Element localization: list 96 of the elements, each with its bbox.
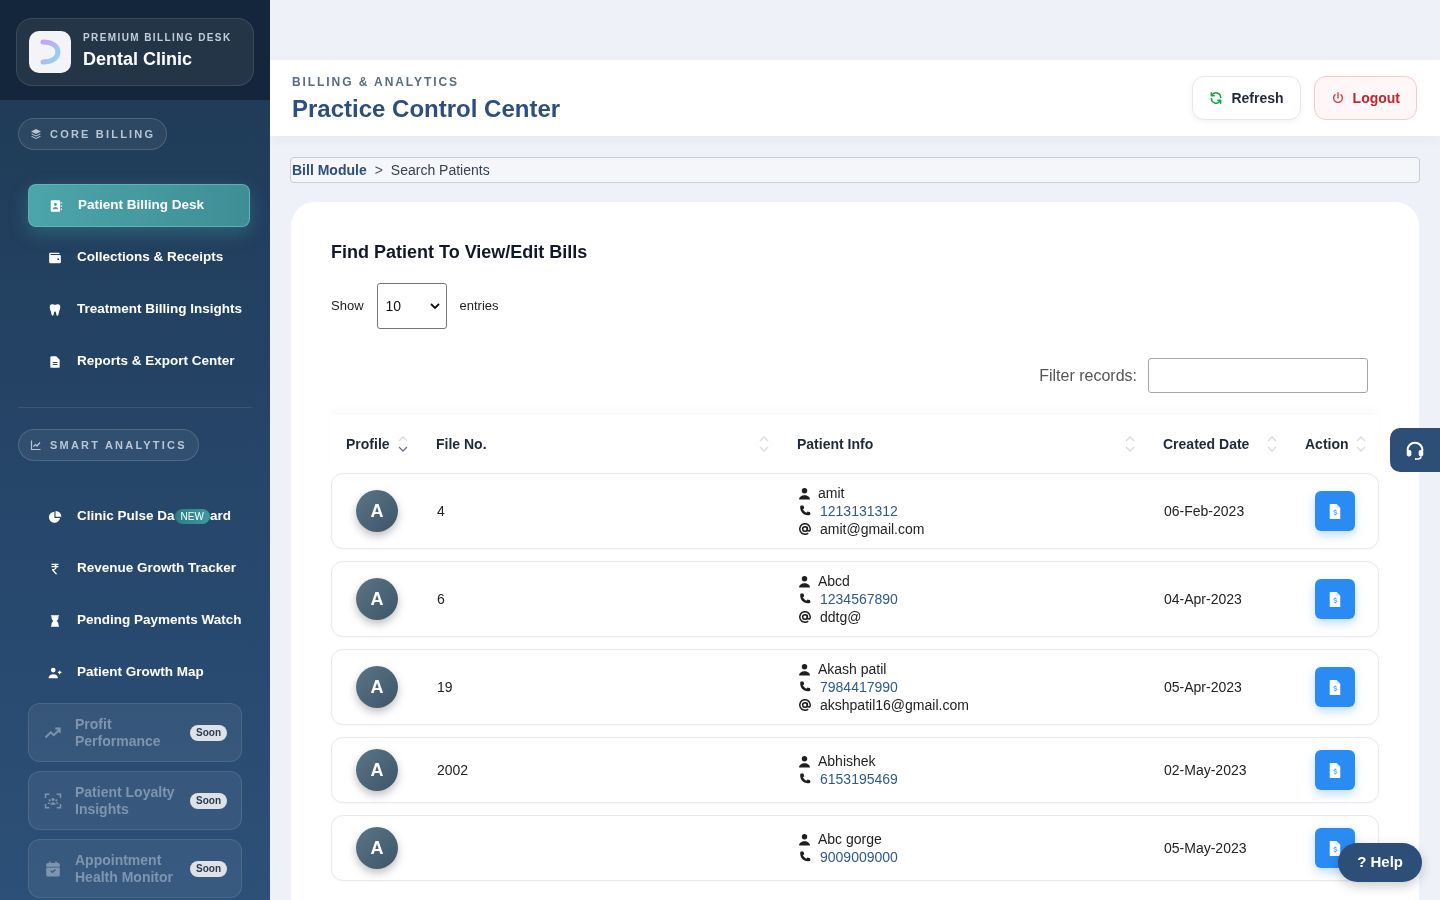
avatar: A: [356, 490, 398, 532]
soon-badge: Soon: [190, 724, 227, 741]
hourglass-icon: [48, 613, 62, 628]
phone-icon: [798, 592, 812, 606]
patient-email: akshpatil16@gmail.com: [820, 696, 969, 714]
filter-label: Filter records:: [1039, 365, 1137, 386]
tooth-icon: [48, 302, 62, 317]
document-icon: [48, 354, 62, 369]
logout-button[interactable]: Logout: [1313, 76, 1417, 120]
user-icon: [798, 574, 811, 588]
avatar: A: [356, 578, 398, 620]
pie-chart-icon: [48, 509, 62, 524]
help-button[interactable]: ? Help: [1338, 843, 1422, 882]
nav-item[interactable]: Treatment Billing Insights: [28, 288, 250, 331]
file-dollar-icon: [1328, 679, 1341, 695]
chevron-down-icon: [429, 301, 440, 311]
nav-item[interactable]: Collections & Receipts: [28, 236, 250, 279]
power-icon: [1330, 91, 1345, 105]
breadcrumb-link[interactable]: Bill Module: [292, 159, 367, 181]
file-number: 19: [437, 679, 453, 695]
phone-icon: [798, 850, 812, 864]
section-title: SMART ANALYTICS: [50, 437, 187, 453]
brand-name: Dental Clinic: [83, 48, 194, 71]
patient-name: Akash patil: [818, 660, 887, 678]
breadcrumb-current: Search Patients: [390, 160, 490, 180]
created-date: 05-Apr-2023: [1164, 679, 1242, 695]
patient-email: amit@gmail.com: [820, 520, 925, 538]
patient-name: Abc gorge: [818, 830, 882, 848]
user-icon: [798, 754, 811, 768]
entries-label: entries: [459, 297, 499, 316]
user-icon: [798, 486, 811, 500]
avatar: A: [356, 827, 398, 869]
logo-icon: [29, 31, 71, 73]
file-dollar-icon: [1328, 762, 1341, 778]
page-eyebrow: BILLING & ANALYTICS: [292, 75, 460, 88]
created-date: 02-May-2023: [1164, 762, 1247, 778]
file-dollar-icon: [1328, 503, 1341, 519]
patient-name: Abcd: [818, 572, 850, 590]
entries-select[interactable]: 10: [376, 283, 447, 329]
phone-icon: [798, 772, 812, 786]
phone-link[interactable]: 1213131312: [820, 502, 898, 520]
support-button[interactable]: [1390, 428, 1440, 472]
created-date: 04-Apr-2023: [1164, 591, 1242, 607]
phone-icon: [798, 680, 812, 694]
file-dollar-icon: [1328, 591, 1341, 607]
breadcrumb-separator: >: [374, 160, 383, 180]
contact-book-icon: [49, 198, 63, 213]
group-scan-icon: [44, 791, 62, 810]
section-title: CORE BILLING: [50, 126, 156, 142]
user-plus-icon: [48, 665, 62, 680]
at-sign-icon: [798, 698, 812, 712]
column-header[interactable]: File No.: [421, 433, 782, 455]
phone-icon: [798, 504, 812, 518]
phone-link[interactable]: 6153195469: [820, 770, 898, 788]
calendar-check-icon: [44, 859, 62, 878]
nav-item[interactable]: Revenue Growth Tracker: [28, 547, 250, 590]
new-badge: NEW: [174, 509, 210, 524]
nav-item[interactable]: Clinic Pulse Da NEW ard: [28, 495, 250, 538]
user-icon: [798, 832, 811, 846]
soon-badge: Soon: [190, 792, 227, 809]
nav-item[interactable]: Patient Growth Map: [28, 651, 250, 694]
refresh-button[interactable]: Refresh: [1192, 76, 1301, 120]
file-dollar-icon: [1328, 840, 1341, 856]
filter-input[interactable]: [1148, 358, 1368, 393]
created-date: 05-May-2023: [1164, 840, 1247, 856]
page-title: Practice Control Center: [292, 96, 561, 121]
at-sign-icon: [798, 522, 812, 536]
column-header[interactable]: Patient Info: [782, 433, 1148, 455]
layers-icon: [30, 128, 42, 140]
file-number: 2002: [437, 762, 469, 778]
line-chart-icon: [30, 439, 42, 451]
user-icon: [798, 662, 811, 676]
phone-link[interactable]: 9009009000: [820, 848, 898, 866]
column-header[interactable]: Action: [1290, 433, 1379, 455]
column-header[interactable]: Profile: [331, 433, 421, 455]
nav-item[interactable]: Pending Payments Watch: [28, 599, 250, 642]
created-date: 06-Feb-2023: [1164, 503, 1245, 519]
headset-icon: [1404, 439, 1426, 461]
panel-title: Find Patient To View/Edit Bills: [331, 241, 589, 264]
patient-email: ddtg@: [820, 608, 862, 626]
soon-badge: Soon: [190, 860, 227, 877]
at-sign-icon: [798, 610, 812, 624]
avatar: A: [356, 749, 398, 791]
patient-name: Abhishek: [818, 752, 876, 770]
file-number: 6: [437, 591, 445, 607]
column-header[interactable]: Created Date: [1148, 433, 1290, 455]
avatar: A: [356, 666, 398, 708]
phone-link[interactable]: 1234567890: [820, 590, 898, 608]
brand-eyebrow: PREMIUM BILLING DESK: [83, 33, 232, 44]
refresh-icon: [1209, 91, 1224, 105]
file-number: 4: [437, 503, 445, 519]
patient-name: amit: [818, 484, 845, 502]
phone-link[interactable]: 7984417990: [820, 678, 898, 696]
nav-item[interactable]: Reports & Export Center: [28, 340, 250, 383]
show-label: Show: [331, 297, 364, 316]
wallet-icon: [48, 250, 62, 265]
